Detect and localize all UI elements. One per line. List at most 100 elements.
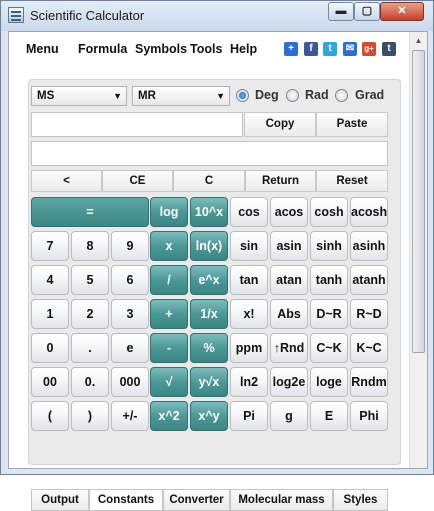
key-ktoc[interactable]: K~C bbox=[350, 333, 388, 363]
key-xpow2[interactable]: x^2 bbox=[150, 401, 188, 431]
key-9[interactable]: 9 bbox=[111, 231, 149, 261]
key-8[interactable]: 8 bbox=[71, 231, 109, 261]
key-000[interactable]: 000 bbox=[111, 367, 149, 397]
expression-input[interactable] bbox=[31, 112, 243, 137]
key-uprnd[interactable]: ↑Rnd bbox=[270, 333, 308, 363]
key-dtor[interactable]: D~R bbox=[310, 299, 348, 329]
tumblr-icon[interactable]: t bbox=[382, 42, 396, 56]
radio-rad-label[interactable]: Rad bbox=[305, 88, 329, 102]
key-x[interactable]: x bbox=[150, 231, 188, 261]
key-divide[interactable]: / bbox=[150, 265, 188, 295]
key-loge[interactable]: loge bbox=[310, 367, 348, 397]
key-cos[interactable]: cos bbox=[230, 197, 268, 227]
email-icon[interactable]: ✉ bbox=[343, 42, 357, 56]
memory-store-dropdown[interactable]: MS ▼ bbox=[31, 86, 127, 106]
vertical-scrollbar[interactable]: ▲ bbox=[409, 32, 427, 468]
copy-button[interactable]: Copy bbox=[244, 112, 316, 137]
key-sqrt[interactable]: √ bbox=[150, 367, 188, 397]
key-acosh[interactable]: acosh bbox=[350, 197, 388, 227]
tab-styles[interactable]: Styles bbox=[333, 489, 388, 511]
key-acos[interactable]: acos bbox=[270, 197, 308, 227]
menu-item-menu[interactable]: Menu bbox=[26, 42, 59, 56]
key-atan[interactable]: atan bbox=[270, 265, 308, 295]
key-dot[interactable]: . bbox=[71, 333, 109, 363]
key-log[interactable]: log bbox=[150, 197, 188, 227]
key-xpowy[interactable]: x^y bbox=[190, 401, 228, 431]
key-0[interactable]: 0 bbox=[31, 333, 69, 363]
radio-deg-label[interactable]: Deg bbox=[255, 88, 279, 102]
key-e[interactable]: E bbox=[310, 401, 348, 431]
key-6[interactable]: 6 bbox=[111, 265, 149, 295]
key-ppm[interactable]: ppm bbox=[230, 333, 268, 363]
radio-grad-label[interactable]: Grad bbox=[355, 88, 384, 102]
key-close-paren[interactable]: ) bbox=[71, 401, 109, 431]
facebook-icon[interactable]: f bbox=[304, 42, 318, 56]
return-button[interactable]: Return bbox=[245, 170, 316, 192]
key-rtod[interactable]: R~D bbox=[350, 299, 388, 329]
paste-button[interactable]: Paste bbox=[316, 112, 388, 137]
key-epowx[interactable]: e^x bbox=[190, 265, 228, 295]
key-tan[interactable]: tan bbox=[230, 265, 268, 295]
key-pi[interactable]: Pi bbox=[230, 401, 268, 431]
key-3[interactable]: 3 bbox=[111, 299, 149, 329]
clear-entry-button[interactable]: CE bbox=[102, 170, 173, 192]
key-atanh[interactable]: atanh bbox=[350, 265, 388, 295]
title-bar[interactable]: Scientific Calculator ▬ ▢ ✕ bbox=[1, 1, 433, 31]
memory-recall-dropdown[interactable]: MR ▼ bbox=[132, 86, 230, 106]
google-plus-icon[interactable]: g+ bbox=[362, 42, 376, 56]
clear-button[interactable]: C bbox=[173, 170, 245, 192]
key-lnopen-parenxclose-paren[interactable]: ln(x) bbox=[190, 231, 228, 261]
key-tanh[interactable]: tanh bbox=[310, 265, 348, 295]
key-log2e[interactable]: log2e bbox=[270, 367, 308, 397]
key-abs[interactable]: Abs bbox=[270, 299, 308, 329]
close-button[interactable]: ✕ bbox=[380, 2, 424, 21]
tab-output[interactable]: Output bbox=[31, 489, 89, 511]
key-sinh[interactable]: sinh bbox=[310, 231, 348, 261]
key-negate[interactable]: +/- bbox=[111, 401, 149, 431]
plus-share-icon[interactable]: + bbox=[284, 42, 298, 56]
radio-deg[interactable] bbox=[236, 89, 249, 102]
radio-rad[interactable] bbox=[286, 89, 299, 102]
key-phi[interactable]: Phi bbox=[350, 401, 388, 431]
twitter-icon[interactable]: t bbox=[323, 42, 337, 56]
backspace-button[interactable]: < bbox=[31, 170, 102, 192]
key-ysqrtx[interactable]: y√x bbox=[190, 367, 228, 397]
key-2[interactable]: 2 bbox=[71, 299, 109, 329]
key-open-paren[interactable]: ( bbox=[31, 401, 69, 431]
key-ln2[interactable]: ln2 bbox=[230, 367, 268, 397]
reset-button[interactable]: Reset bbox=[316, 170, 388, 192]
menu-item-symbols[interactable]: Symbols bbox=[135, 42, 187, 56]
key-cosh[interactable]: cosh bbox=[310, 197, 348, 227]
key-1dividex[interactable]: 1/x bbox=[190, 299, 228, 329]
key-ctok[interactable]: C~K bbox=[310, 333, 348, 363]
key-e[interactable]: e bbox=[111, 333, 149, 363]
key-4[interactable]: 4 bbox=[31, 265, 69, 295]
scroll-up-arrow-icon[interactable]: ▲ bbox=[410, 32, 427, 49]
key-7[interactable]: 7 bbox=[31, 231, 69, 261]
menu-item-tools[interactable]: Tools bbox=[190, 42, 222, 56]
key-0[interactable]: 0. bbox=[71, 367, 109, 397]
maximize-button[interactable]: ▢ bbox=[354, 2, 380, 21]
key-5[interactable]: 5 bbox=[71, 265, 109, 295]
tab-converter[interactable]: Converter bbox=[163, 489, 230, 511]
tab-molecular-mass[interactable]: Molecular mass bbox=[230, 489, 333, 511]
menu-item-formula[interactable]: Formula bbox=[78, 42, 127, 56]
key-asin[interactable]: asin bbox=[270, 231, 308, 261]
key-percent[interactable]: % bbox=[190, 333, 228, 363]
tab-constants[interactable]: Constants bbox=[89, 489, 163, 511]
key-plus[interactable]: + bbox=[150, 299, 188, 329]
key-g[interactable]: g bbox=[270, 401, 308, 431]
key-x[interactable]: x! bbox=[230, 299, 268, 329]
key-key[interactable]: = bbox=[31, 197, 149, 227]
minimize-button[interactable]: ▬ bbox=[328, 2, 354, 21]
radio-grad[interactable] bbox=[335, 89, 348, 102]
key-10powx[interactable]: 10^x bbox=[190, 197, 228, 227]
key-rndm[interactable]: Rndm bbox=[350, 367, 388, 397]
key-00[interactable]: 00 bbox=[31, 367, 69, 397]
key-minus[interactable]: - bbox=[150, 333, 188, 363]
scroll-thumb[interactable] bbox=[412, 50, 425, 353]
key-1[interactable]: 1 bbox=[31, 299, 69, 329]
key-asinh[interactable]: asinh bbox=[350, 231, 388, 261]
menu-item-help[interactable]: Help bbox=[230, 42, 257, 56]
key-sin[interactable]: sin bbox=[230, 231, 268, 261]
